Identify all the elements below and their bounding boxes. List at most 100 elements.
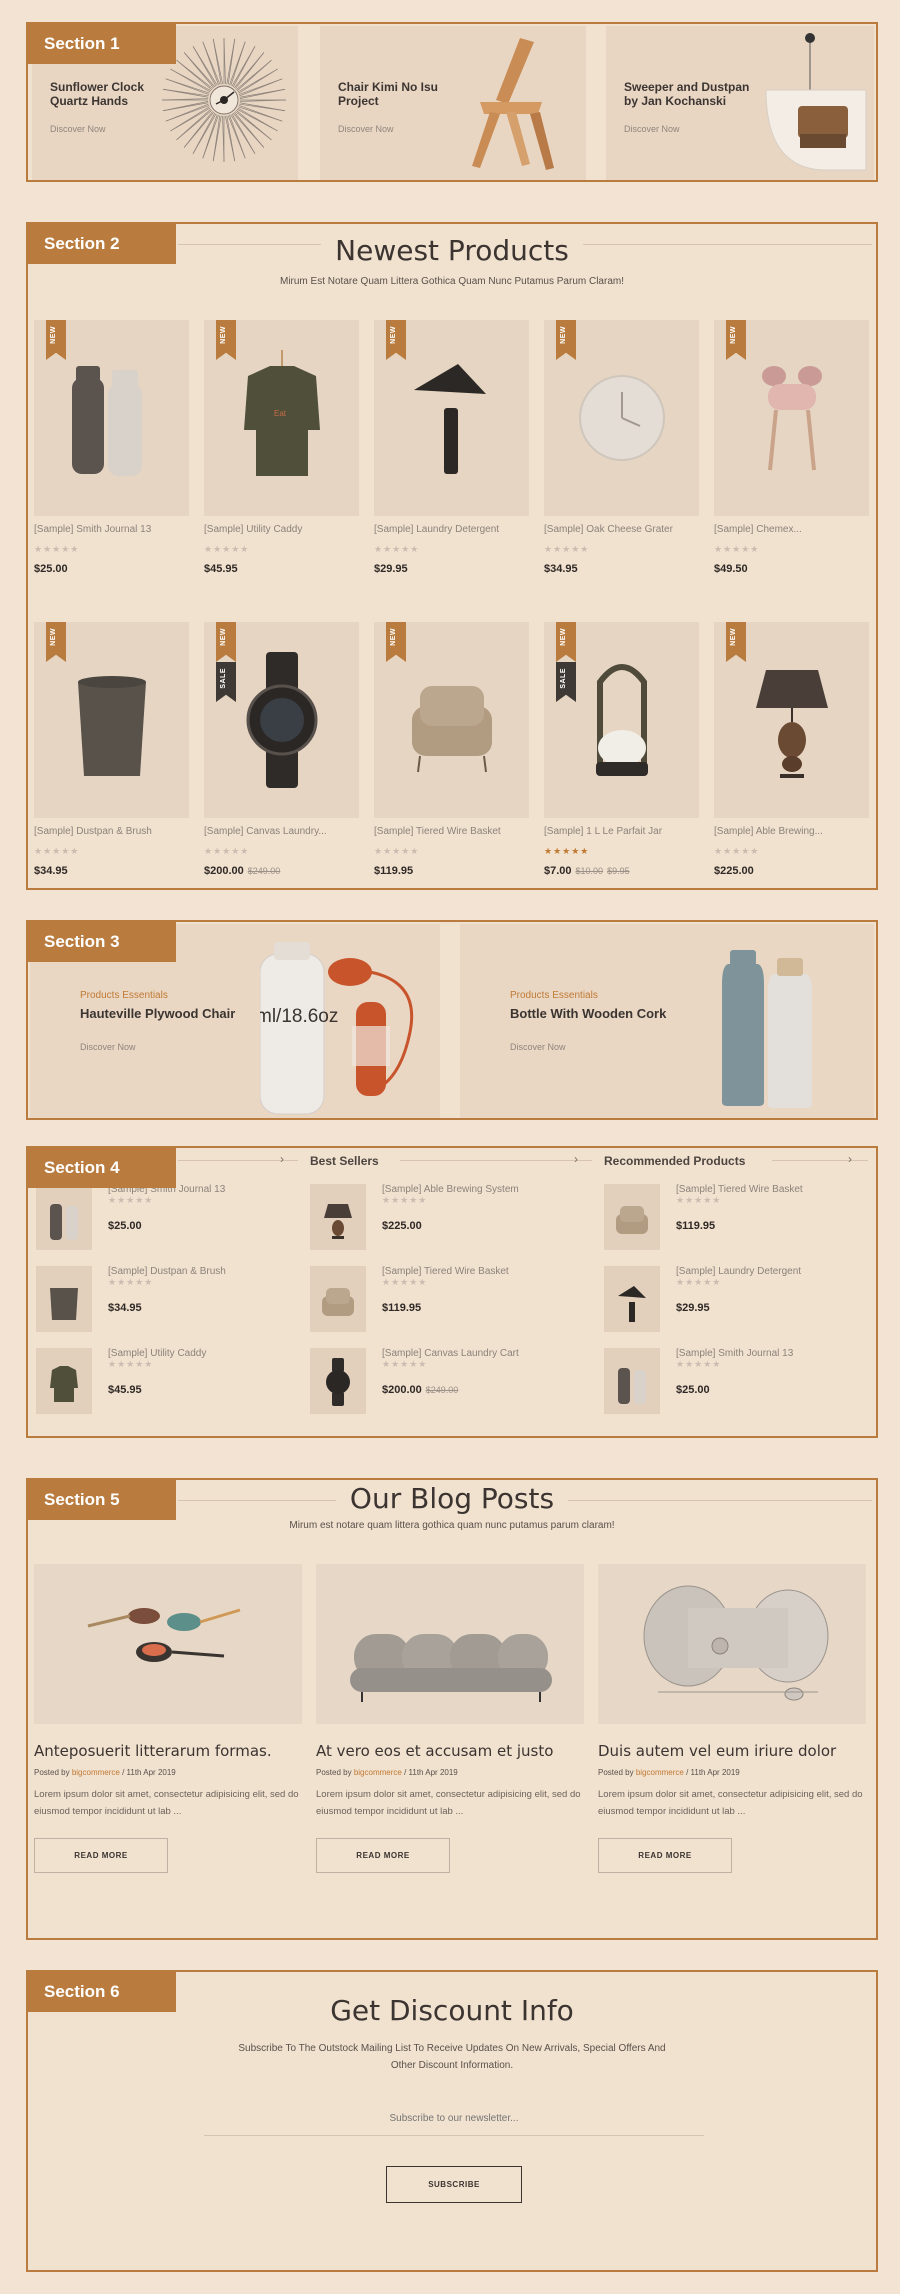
promo-title[interactable]: Bottle With Wooden Cork <box>510 1006 666 1021</box>
product-card[interactable]: NEW [Sample] Oak Cheese Grater ★★★★★ $34.95 <box>544 320 699 575</box>
mini-product[interactable]: [Sample] Smith Journal 13 ★★★★★ $25.00 <box>36 1184 326 1254</box>
promo-card-bottle[interactable]: Products Essentials Bottle With Wooden C… <box>460 924 874 1118</box>
product-image[interactable]: NEW <box>34 622 189 818</box>
discover-link[interactable]: Discover Now <box>50 124 106 134</box>
col1-next-arrow-icon[interactable]: › <box>280 1152 284 1166</box>
product-name[interactable]: [Sample] Laundry Detergent <box>676 1266 801 1277</box>
product-card[interactable]: NEW [Sample] Tiered Wire Basket ★★★★★ $119.… <box>374 622 529 877</box>
blog-title[interactable]: Duis autem vel eum iriure dolor <box>598 1742 866 1760</box>
mini-product[interactable]: [Sample] Laundry Detergent ★★★★★ $29.95 <box>604 1266 876 1336</box>
product-card[interactable]: NEW SALE [Sample] Canvas Laundry... ★★★★★ $2… <box>204 622 359 877</box>
product-name[interactable]: [Sample] Tiered Wire Basket <box>374 826 529 837</box>
product-image[interactable]: NEW <box>374 320 529 516</box>
section-label: Section 2 <box>28 224 176 264</box>
discover-link[interactable]: Discover Now <box>338 124 394 134</box>
subscribe-button[interactable]: SUBSCRIBE <box>386 2166 522 2203</box>
product-name[interactable]: [Sample] Able Brewing System <box>382 1184 519 1195</box>
product-image[interactable]: NEW <box>714 622 869 818</box>
product-image[interactable]: NEW SALE <box>204 622 359 818</box>
product-image[interactable]: NEW <box>374 622 529 818</box>
blog-excerpt: Lorem ipsum dolor sit amet, consectetur … <box>598 1789 863 1817</box>
product-thumbnail[interactable] <box>36 1184 92 1250</box>
product-name[interactable]: [Sample] Tiered Wire Basket <box>676 1184 803 1195</box>
product-thumbnail[interactable] <box>310 1184 366 1250</box>
blog-post: Anteposuerit litterarum formas. Posted b… <box>34 1564 302 1873</box>
banner-title[interactable]: Sunflower Clock Quartz Hands <box>50 80 180 108</box>
newsletter-email-input[interactable] <box>204 2102 704 2136</box>
read-more-button[interactable]: READ MORE <box>598 1838 732 1873</box>
product-name[interactable]: [Sample] Utility Caddy <box>204 524 359 535</box>
product-name[interactable]: [Sample] Dustpan & Brush <box>34 826 189 837</box>
author-link[interactable]: bigcommerce <box>72 1768 120 1777</box>
product-price: $49.50 <box>714 563 748 575</box>
product-thumbnail[interactable] <box>604 1184 660 1250</box>
product-image[interactable]: NEW SALE <box>544 622 699 818</box>
section-label: Section 6 <box>28 1972 176 2012</box>
product-card[interactable]: Eat NEW [Sample] Utility Caddy ★★★★★ $45.95 <box>204 320 359 575</box>
product-thumbnail[interactable] <box>310 1348 366 1414</box>
product-thumbnail[interactable] <box>604 1266 660 1332</box>
product-name[interactable]: [Sample] Dustpan & Brush <box>108 1266 226 1277</box>
product-image[interactable]: NEW <box>714 320 869 516</box>
product-name[interactable]: [Sample] Able Brewing... <box>714 826 869 837</box>
product-thumbnail[interactable] <box>36 1348 92 1414</box>
mini-product[interactable]: [Sample] Utility Caddy ★★★★★ $45.95 <box>36 1348 326 1418</box>
product-image[interactable]: NEW <box>34 320 189 516</box>
promo-title[interactable]: Hauteville Plywood Chair <box>80 1006 235 1021</box>
product-name[interactable]: [Sample] Laundry Detergent <box>374 524 529 535</box>
read-more-button[interactable]: READ MORE <box>316 1838 450 1873</box>
read-more-button[interactable]: READ MORE <box>34 1838 168 1873</box>
col2-next-arrow-icon[interactable]: › <box>574 1152 578 1166</box>
blog-post: At vero eos et accusam et justo Posted b… <box>316 1564 584 1873</box>
col3-next-arrow-icon[interactable]: › <box>848 1152 852 1166</box>
product-thumbnail[interactable] <box>310 1266 366 1332</box>
product-card[interactable]: NEW [Sample] Smith Journal 13 ★★★★★ $25.00 <box>34 320 189 575</box>
banner-title[interactable]: Sweeper and Dustpan by Jan Kochanski <box>624 80 754 108</box>
product-name[interactable]: [Sample] Oak Cheese Grater <box>544 524 699 535</box>
blog-image[interactable] <box>316 1564 584 1724</box>
product-name[interactable]: [Sample] Tiered Wire Basket <box>382 1266 509 1277</box>
banner-title[interactable]: Chair Kimi No Isu Project <box>338 80 468 108</box>
banner-card-chair[interactable]: Chair Kimi No Isu Project Discover Now <box>320 26 586 180</box>
rating-stars: ★★★★★ <box>714 846 760 856</box>
author-link[interactable]: bigcommerce <box>354 1768 402 1777</box>
product-name[interactable]: [Sample] Canvas Laundry... <box>204 826 359 837</box>
mini-product[interactable]: [Sample] Dustpan & Brush ★★★★★ $34.95 <box>36 1266 326 1336</box>
product-thumbnail[interactable] <box>604 1348 660 1414</box>
product-card[interactable]: NEW [Sample] Laundry Detergent ★★★★★ $29.95 <box>374 320 529 575</box>
discover-link[interactable]: Discover Now <box>624 124 680 134</box>
blog-title[interactable]: Anteposuerit litterarum formas. <box>34 1742 302 1760</box>
product-name[interactable]: [Sample] Chemex... <box>714 524 869 535</box>
product-card[interactable]: NEW [Sample] Chemex... ★★★★★ $49.50 <box>714 320 869 575</box>
bottle-image: ml/18.6oz <box>260 942 414 1115</box>
product-name[interactable]: [Sample] Canvas Laundry Cart <box>382 1348 519 1359</box>
product-name[interactable]: [Sample] Utility Caddy <box>108 1348 206 1359</box>
blog-title[interactable]: At vero eos et accusam et justo <box>316 1742 584 1760</box>
old-price: $9.95 <box>607 866 630 876</box>
best-sellers-title: Best Sellers <box>310 1154 379 1168</box>
mini-product[interactable]: [Sample] Canvas Laundry Cart ★★★★★ $200.00… <box>310 1348 600 1418</box>
product-card[interactable]: NEW [Sample] Dustpan & Brush ★★★★★ $34.95 <box>34 622 189 877</box>
product-card[interactable]: NEW SALE [Sample] 1 L Le Parfait Jar ★★★★★ $… <box>544 622 699 877</box>
product-card[interactable]: NEW [Sample] Able Brewing... ★★★★★ $225.00 <box>714 622 869 877</box>
product-name[interactable]: [Sample] Smith Journal 13 <box>34 524 189 535</box>
old-price: $249.00 <box>247 866 281 876</box>
mini-product[interactable]: [Sample] Smith Journal 13 ★★★★★ $25.00 <box>604 1348 876 1418</box>
blog-image[interactable] <box>598 1564 866 1724</box>
rating-stars: ★★★★★ <box>34 544 80 554</box>
discover-link[interactable]: Discover Now <box>80 1042 136 1052</box>
product-name[interactable]: [Sample] Smith Journal 13 <box>676 1348 793 1359</box>
author-link[interactable]: bigcommerce <box>636 1768 684 1777</box>
blog-image[interactable] <box>34 1564 302 1724</box>
banner-card-dustpan[interactable]: Sweeper and Dustpan by Jan Kochanski Dis… <box>606 26 874 180</box>
mini-product[interactable]: [Sample] Tiered Wire Basket ★★★★★ $119.95 <box>310 1266 600 1336</box>
product-image[interactable]: NEW <box>544 320 699 516</box>
product-thumbnail[interactable] <box>36 1266 92 1332</box>
section-label: Section 5 <box>28 1480 176 1520</box>
product-name[interactable]: [Sample] 1 L Le Parfait Jar <box>544 826 699 837</box>
mini-product[interactable]: [Sample] Tiered Wire Basket ★★★★★ $119.95 <box>604 1184 876 1254</box>
section-4: Section 4 › Best Sellers › Recommended P… <box>26 1146 878 1438</box>
product-image[interactable]: Eat NEW <box>204 320 359 516</box>
mini-product[interactable]: [Sample] Able Brewing System ★★★★★ $225.00 <box>310 1184 600 1254</box>
discover-link[interactable]: Discover Now <box>510 1042 566 1052</box>
